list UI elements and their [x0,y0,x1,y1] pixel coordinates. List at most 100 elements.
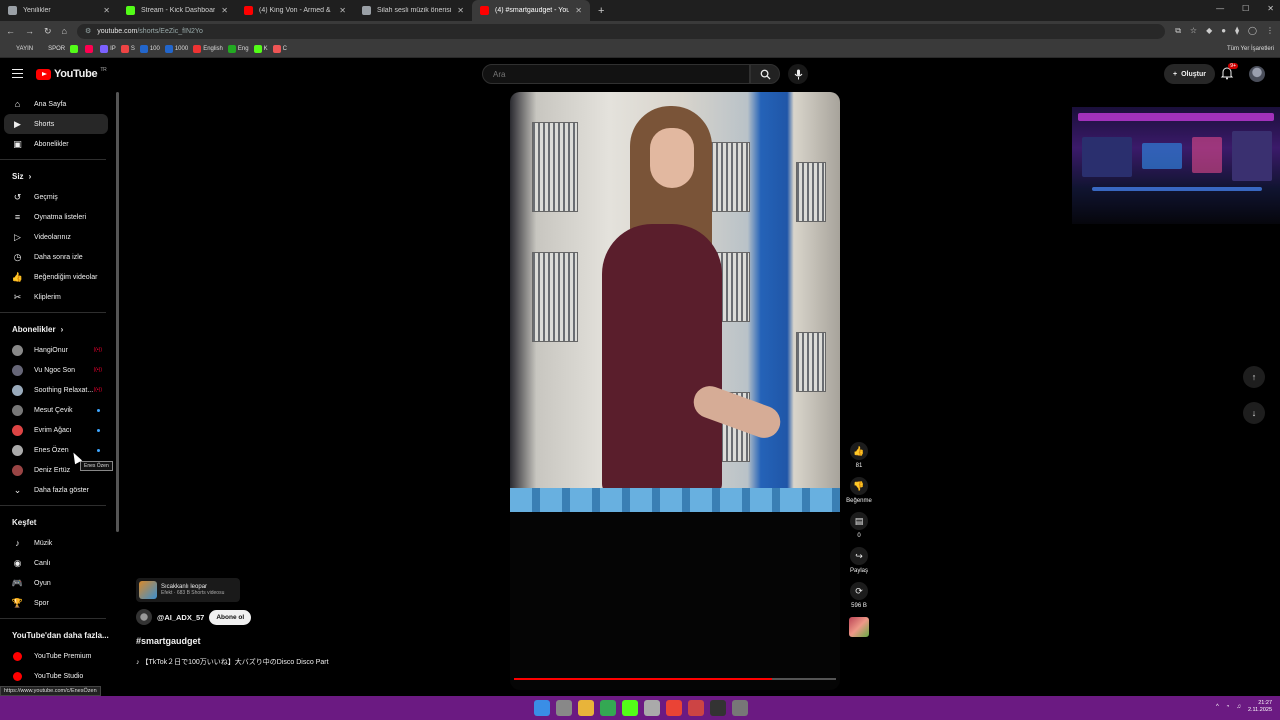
taskbar-app-icon[interactable] [622,700,638,716]
channel-name[interactable]: @AI_ADX_57 [157,613,204,622]
sidebar-item[interactable]: ⌂ Ana Sayfa [0,94,118,114]
sound-row[interactable]: ♪ 【TkTok２日で100万いいね】大バズり中のDisco Disco Par… [136,657,329,667]
share-icon[interactable]: ↪ [850,547,868,565]
sidebar-section-header[interactable]: Keşfet [0,511,118,533]
remix-action[interactable]: ⟳ 596 B [846,582,872,609]
url-field[interactable]: ⚙ youtube.com/shorts/EeZic_fIN2Yo [76,23,1166,39]
cast-icon[interactable]: ⧉ [1175,26,1181,36]
like-action[interactable]: 👍 81 [846,442,872,469]
all-bookmarks[interactable]: Tüm Yer İşaretleri [1227,46,1274,52]
bookmark-item[interactable] [85,45,95,53]
bookmark-item[interactable]: YAYIN [6,45,33,53]
profile-icon[interactable]: ◯ [1248,26,1257,36]
subscribe-button[interactable]: Abone ol [209,609,252,625]
browser-tab[interactable]: Silah sesli müzik önerisi ✕ [354,0,472,21]
volume-icon[interactable]: ♫ [1236,704,1241,710]
taskbar-app-icon[interactable] [732,700,748,716]
bookmark-item[interactable]: 100 [139,45,160,53]
create-button[interactable]: + Oluştur [1164,64,1215,84]
taskbar-app-icon[interactable] [600,700,616,716]
bookmark-item[interactable]: 1000 [164,45,188,53]
extension-icon[interactable]: ● [1221,26,1226,36]
puzzle-icon[interactable]: ⧫ [1235,26,1239,36]
close-window-icon[interactable]: ✕ [1267,4,1274,13]
comment-icon[interactable]: ▤ [850,512,868,530]
sidebar-item[interactable]: 🎮 Oyun [0,573,118,593]
sidebar-item[interactable]: ✂ Kliplerim [0,287,118,307]
bookmark-star-icon[interactable]: ☆ [1190,26,1197,36]
thumbs-up-icon[interactable]: 👍 [850,442,868,460]
reload-icon[interactable]: ↻ [44,26,52,37]
sidebar-subscription[interactable]: Mesut Çevik [0,400,118,420]
tab-close-icon[interactable]: ✕ [457,6,464,15]
sidebar-item[interactable]: ▷ Videolarınız [0,227,118,247]
sidebar-scrollbar[interactable] [116,92,119,532]
browser-tab[interactable]: Stream - Kick Dashboard ✕ [118,0,236,21]
sidebar-subscription[interactable]: Enes Özen [0,440,118,460]
dislike-action[interactable]: 👎 Beğenme [846,477,872,504]
site-info-icon[interactable]: ⚙ [85,27,91,35]
clock[interactable]: 21:27 2.11.2025 [1248,700,1272,714]
sidebar-section-header[interactable]: Siz › [0,165,118,187]
sidebar-section-header[interactable]: Abonelikler › [0,318,118,340]
show-more-button[interactable]: ⌄ Daha fazla göster [0,480,118,500]
maximize-icon[interactable]: ☐ [1242,4,1249,13]
browser-tab[interactable]: (4) King Von - Armed & Dangerous ✕ [236,0,354,21]
share-action[interactable]: ↪ Paylaş [846,547,872,574]
sidebar-section-header[interactable]: YouTube'dan daha fazla... [0,624,118,646]
taskbar-app-icon[interactable] [556,700,572,716]
home-browser-icon[interactable]: ⌂ [62,26,67,36]
youtube-logo[interactable]: YouTube TR [36,67,107,80]
next-short-arrow-down-icon[interactable]: ↓ [1243,402,1265,424]
video-progress-bar[interactable] [514,678,836,680]
sidebar-item[interactable]: ♪ Müzik [0,533,118,553]
sidebar-item[interactable]: YouTube Studio [0,666,118,686]
back-icon[interactable]: ← [6,26,15,36]
browser-tab[interactable]: Yenilikler ✕ [0,0,118,21]
sidebar-item[interactable]: YouTube Premium [0,646,118,666]
sound-thumbnail[interactable] [849,617,869,637]
taskbar-app-icon[interactable] [688,700,704,716]
forward-icon[interactable]: → [25,26,34,36]
previous-short-arrow-up-icon[interactable]: ↑ [1243,366,1265,388]
gaming-room-thumbnail[interactable] [1072,107,1280,224]
channel-avatar[interactable] [136,609,152,625]
sidebar-item[interactable]: ◉ Canlı [0,553,118,573]
search-input[interactable]: Ara [482,64,750,84]
bookmark-item[interactable]: English [193,45,223,53]
thumbs-down-icon[interactable]: 👎 [850,477,868,495]
tab-close-icon[interactable]: ✕ [339,6,346,15]
shorts-video-player[interactable] [510,92,840,690]
sidebar-subscription[interactable]: Vu Ngoc Son ((•)) [0,360,118,380]
bookmark-item[interactable]: S [120,45,135,53]
new-tab-plus-icon[interactable]: + [590,5,612,17]
taskbar-app-icon[interactable] [710,700,726,716]
sidebar-item[interactable]: ◷ Daha sonra izle [0,247,118,267]
notifications-button[interactable]: 9+ [1220,63,1238,82]
sidebar-item[interactable]: ▣ Abonelikler [0,134,118,154]
taskbar-app-icon[interactable] [534,700,550,716]
network-icon[interactable]: ◔ [1226,704,1230,710]
taskbar-app-icon[interactable] [578,700,594,716]
bookmark-item[interactable]: SPOR [38,45,65,53]
effect-chip[interactable]: Sıcakkanlı leopar Efekt · 683 B Shorts v… [136,578,240,602]
minimize-icon[interactable]: — [1216,4,1224,13]
short-title[interactable]: #smartgaudget [136,636,201,646]
bookmark-item[interactable]: K [253,45,268,53]
sidebar-item[interactable]: 👍 Beğendiğim videolar [0,267,118,287]
bookmark-item[interactable]: Eng [227,45,249,53]
tab-close-icon[interactable]: ✕ [575,6,582,15]
bookmark-item[interactable]: C [272,45,287,53]
remix-icon[interactable]: ⟳ [850,582,868,600]
sidebar-item[interactable]: ≡ Oynatma listeleri [0,207,118,227]
chevron-up-icon[interactable]: ^ [1216,704,1219,710]
account-avatar[interactable] [1249,66,1265,82]
menu-hamburger-icon[interactable] [12,69,23,78]
sidebar-item[interactable]: ↺ Geçmiş [0,187,118,207]
comment-action[interactable]: ▤ 0 [846,512,872,539]
voice-search-button[interactable] [788,64,808,84]
sidebar-item[interactable]: 🏆 Spor [0,593,118,613]
taskbar-app-icon[interactable] [666,700,682,716]
browser-tab[interactable]: (4) #smartgaudget - YouTube ✕ [472,0,590,21]
sidebar-subscription[interactable]: Soothing Relaxat... ((•)) [0,380,118,400]
